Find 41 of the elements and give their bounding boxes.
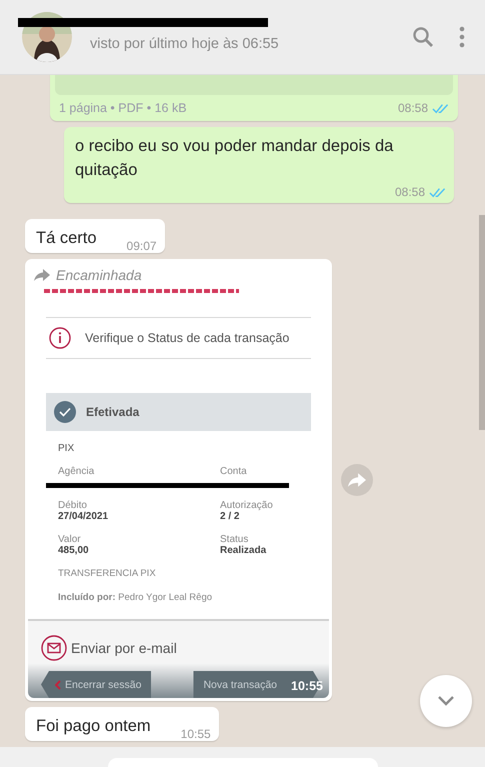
included-by-text: Incluído por: Pedro Ygor Leal Rêgo [58,592,214,603]
message-time: 09:07 [126,239,157,253]
field-value: 485,00 [58,545,90,556]
end-session-tab: Encerrar sessão [41,671,152,698]
scroll-down-button[interactable] [420,675,472,727]
message-text: o recibo eu so vou poder mandar depois da quitação [75,136,394,181]
field-label: Débito [58,500,88,511]
notice-text: Verifique o Status de cada transação [85,331,290,345]
search-icon[interactable] [411,25,435,49]
status-text: Efetivada [86,405,140,419]
field-value: 27/04/2021 [58,511,110,522]
info-icon [49,327,71,349]
field-label: Agência [58,466,96,477]
message-text: Tá certo [36,228,97,249]
field-value: Realizada [220,545,268,556]
forward-arrow-icon [348,473,366,487]
field-label: Autorização [220,500,274,511]
message-time: 10:55 [180,727,211,741]
message-time: 08:58 [398,101,428,115]
check-circle-icon [54,401,76,423]
message-time: 08:58 [394,185,425,199]
email-option: Enviar por e-mail [71,640,177,656]
forward-button[interactable] [341,464,373,496]
menu-icon[interactable] [459,26,465,48]
last-seen-text: visto por último hoje às 06:55 [90,36,280,52]
mail-icon [41,635,67,661]
scrollbar[interactable] [479,215,485,430]
field-label: Valor [58,534,82,545]
field-value: 2 / 2 [220,511,240,522]
message-time: 10:55 [291,679,323,693]
field-label: Conta [220,466,248,477]
chevron-down-icon [437,695,455,707]
document-message[interactable]: 1 página • PDF • 16 kB 08:58 [50,75,458,121]
forward-arrow-icon [34,269,50,281]
chevron-left-icon [55,680,61,690]
forwarded-label: Encaminhada [56,267,142,283]
field-label: Status [220,534,250,545]
transfer-type: PIX [58,443,76,454]
document-info: 1 página • PDF • 16 kB [59,101,188,115]
transfer-description: TRANSFERENCIA PIX [58,568,157,579]
message-text: Foi pago ontem [36,716,151,737]
